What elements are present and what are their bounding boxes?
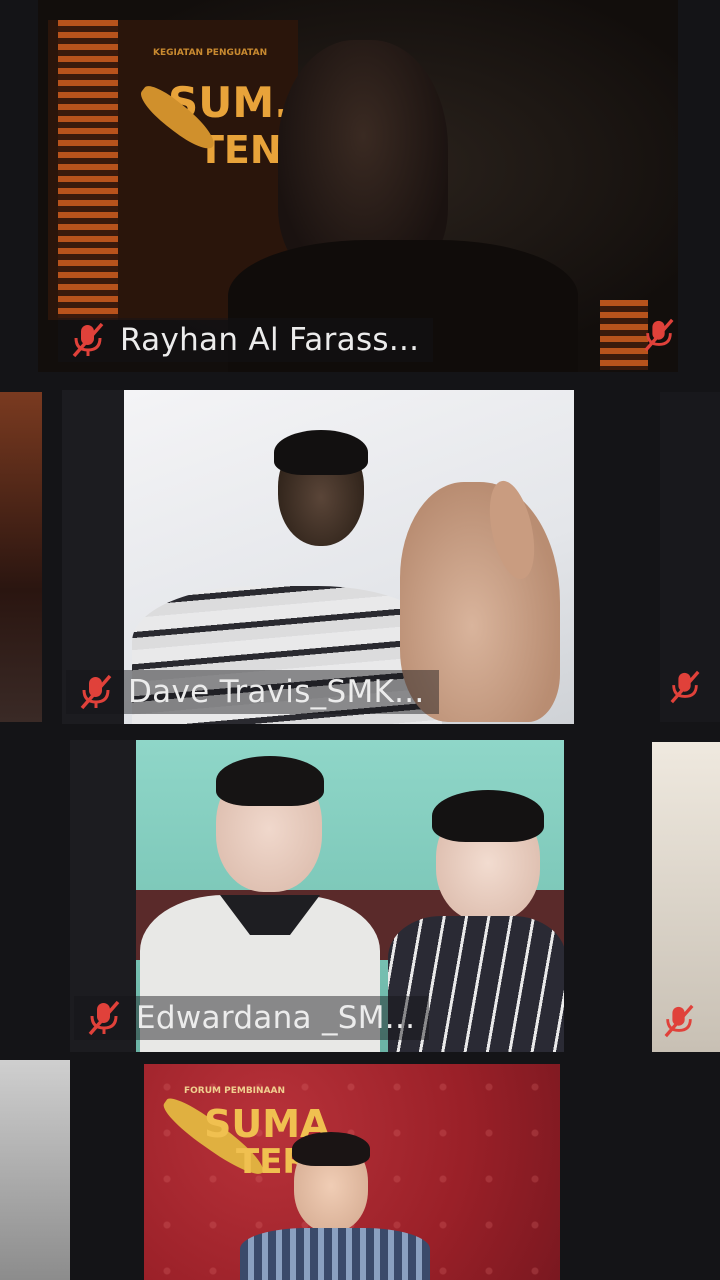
participant-name: Dave Travis_SMK...: [128, 674, 425, 710]
video-tile-edge-left-2[interactable]: [0, 1060, 70, 1280]
participant-name: Edwardana _SM...: [136, 1000, 416, 1036]
participant-label: Edwardana _SM...: [74, 996, 430, 1040]
video-tile-bottom[interactable]: FORUM PEMBINAAN SUMA TER: [144, 1064, 560, 1280]
mic-off-icon: [644, 318, 674, 352]
participant-hair-left: [216, 756, 324, 806]
mic-off-icon: [88, 1000, 120, 1036]
video-tile-rayhan[interactable]: KEGIATAN PENGUATAN SUM. TEN Rayhan Al Fa…: [38, 0, 678, 372]
participant-label: Rayhan Al Farass...: [58, 318, 434, 362]
participant-body: [240, 1228, 430, 1280]
banner-caption-bottom: FORUM PEMBINAAN: [184, 1086, 286, 1096]
video-tile-dave[interactable]: Dave Travis_SMK...: [62, 390, 574, 724]
video-tile-edge-right-2[interactable]: [652, 742, 720, 1052]
mic-off-icon: [72, 322, 104, 358]
participant-hair: [274, 430, 368, 475]
participant-hair: [292, 1132, 370, 1166]
mic-off-icon: [80, 674, 112, 710]
video-tile-edge-right-1[interactable]: [660, 392, 720, 722]
banner-caption-top: KEGIATAN PENGUATAN: [153, 48, 268, 58]
banner-pattern-stripe: [58, 20, 118, 320]
video-tile-edge-left-1[interactable]: [0, 392, 42, 722]
mic-off-icon: [664, 1004, 694, 1038]
mic-off-icon: [670, 670, 700, 704]
participant-name: Rayhan Al Farass...: [120, 322, 420, 358]
participant-label: Dave Travis_SMK...: [66, 670, 439, 714]
video-tile-edwardana[interactable]: Edwardana _SM...: [70, 740, 564, 1052]
participant-hair-right: [432, 790, 544, 842]
